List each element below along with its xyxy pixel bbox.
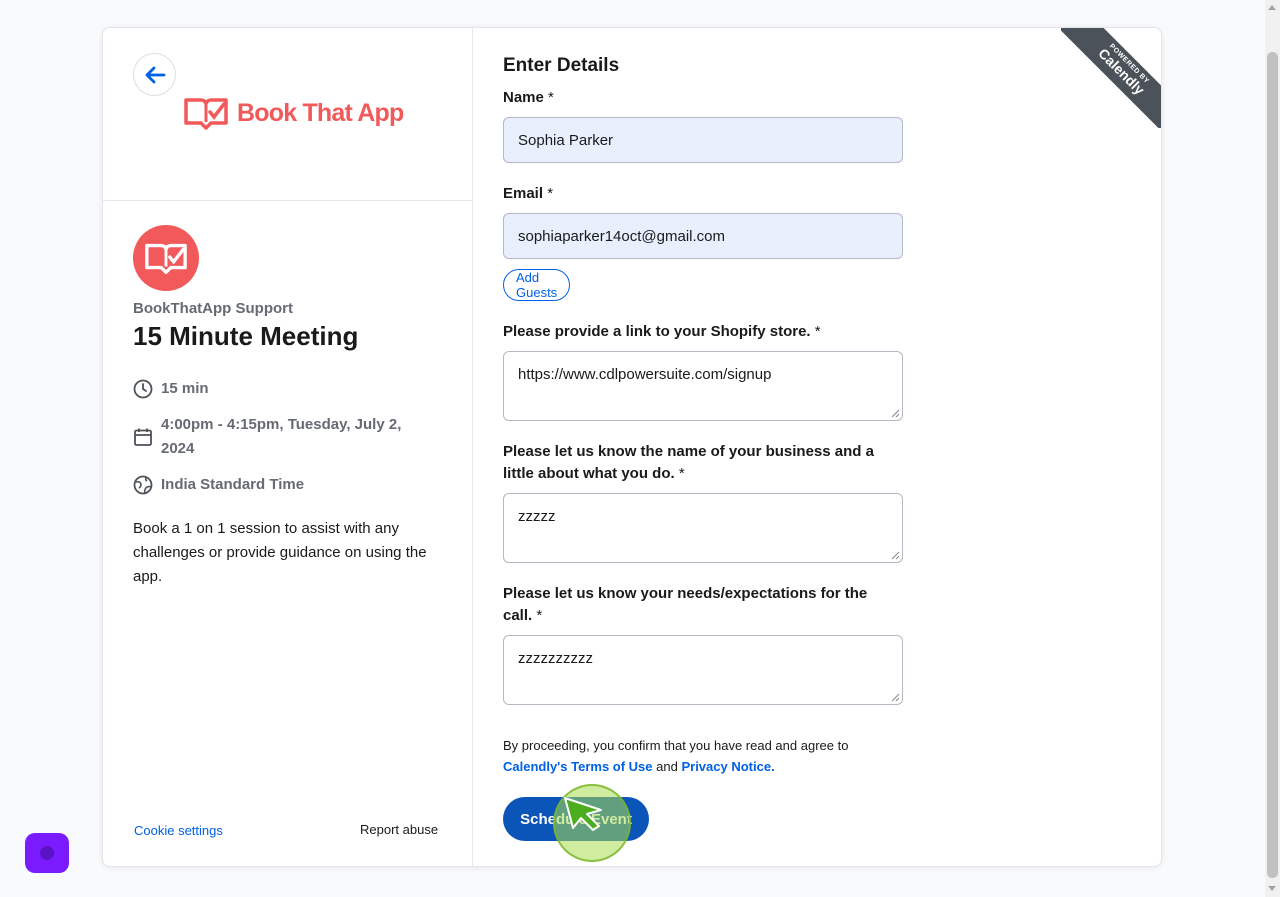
book-check-icon: [184, 98, 228, 130]
duration-text: 15 min: [161, 380, 209, 397]
book-check-icon: [145, 243, 187, 275]
event-timezone: India Standard Time: [133, 473, 304, 497]
event-title: 15 Minute Meeting: [133, 321, 359, 351]
email-field[interactable]: sophiaparker14oct@gmail.com: [503, 213, 903, 259]
calendar-icon: [133, 413, 153, 461]
privacy-notice-link[interactable]: Privacy Notice.: [681, 759, 774, 774]
resize-grip-icon[interactable]: [891, 693, 900, 702]
brand-name: Book That App: [237, 98, 404, 127]
report-abuse-link[interactable]: Report abuse: [360, 822, 438, 837]
expectations-field[interactable]: zzzzzzzzzz: [503, 635, 903, 705]
terms-of-use-link[interactable]: Calendly's Terms of Use: [503, 759, 653, 774]
page-scrollbar[interactable]: [1265, 0, 1280, 897]
chat-icon: [40, 846, 54, 860]
legal-notice: By proceeding, you confirm that you have…: [503, 738, 849, 774]
business-field[interactable]: zzzzz: [503, 493, 903, 563]
event-duration: 15 min: [133, 377, 209, 401]
business-label: Please let us know the name of your busi…: [503, 443, 874, 482]
event-datetime: 4:00pm - 4:15pm, Tuesday, July 2, 2024: [133, 413, 401, 461]
resize-grip-icon[interactable]: [891, 551, 900, 560]
back-button[interactable]: [133, 53, 176, 96]
booking-card: Book That App BookThatApp Support 15 Min…: [102, 27, 1162, 867]
brand-logo: Book That App: [183, 96, 404, 130]
form-title: Enter Details: [503, 55, 620, 76]
datetime-line2: 2024: [161, 440, 195, 457]
event-info-panel: Book That App BookThatApp Support 15 Min…: [103, 28, 473, 866]
clock-icon: [133, 377, 153, 401]
shopify-link-label: Please provide a link to your Shopify st…: [503, 323, 821, 340]
cookie-settings-link[interactable]: Cookie settings: [134, 823, 223, 838]
timezone-text: India Standard Time: [161, 476, 305, 493]
email-label: Email *: [503, 185, 554, 202]
expectations-label: Please let us know your needs/expectatio…: [503, 585, 868, 624]
datetime-line1: 4:00pm - 4:15pm, Tuesday, July 2,: [161, 416, 402, 433]
event-avatar: [133, 225, 199, 291]
event-description: Book a 1 on 1 session to assist with any…: [133, 520, 427, 585]
panel-header: Book That App: [103, 28, 472, 201]
scroll-down-arrow-icon[interactable]: [1268, 886, 1276, 891]
scrollbar-thumb[interactable]: [1267, 52, 1278, 878]
powered-by-calendly-ribbon[interactable]: POWERED BY Calendly: [1061, 28, 1161, 128]
event-owner: BookThatApp Support: [133, 300, 293, 317]
scroll-up-arrow-icon[interactable]: [1268, 5, 1276, 10]
resize-grip-icon[interactable]: [891, 409, 900, 418]
name-label: Name *: [503, 89, 554, 106]
globe-icon: [133, 473, 153, 497]
chat-widget-button[interactable]: [25, 833, 69, 873]
name-field[interactable]: Sophia Parker: [503, 117, 903, 163]
arrow-left-icon: [145, 66, 165, 83]
add-guests-button[interactable]: Add Guests: [503, 269, 571, 301]
schedule-event-button[interactable]: Schedule Event: [503, 797, 649, 841]
shopify-link-field[interactable]: https://www.cdlpowersuite.com/signup: [503, 351, 903, 421]
